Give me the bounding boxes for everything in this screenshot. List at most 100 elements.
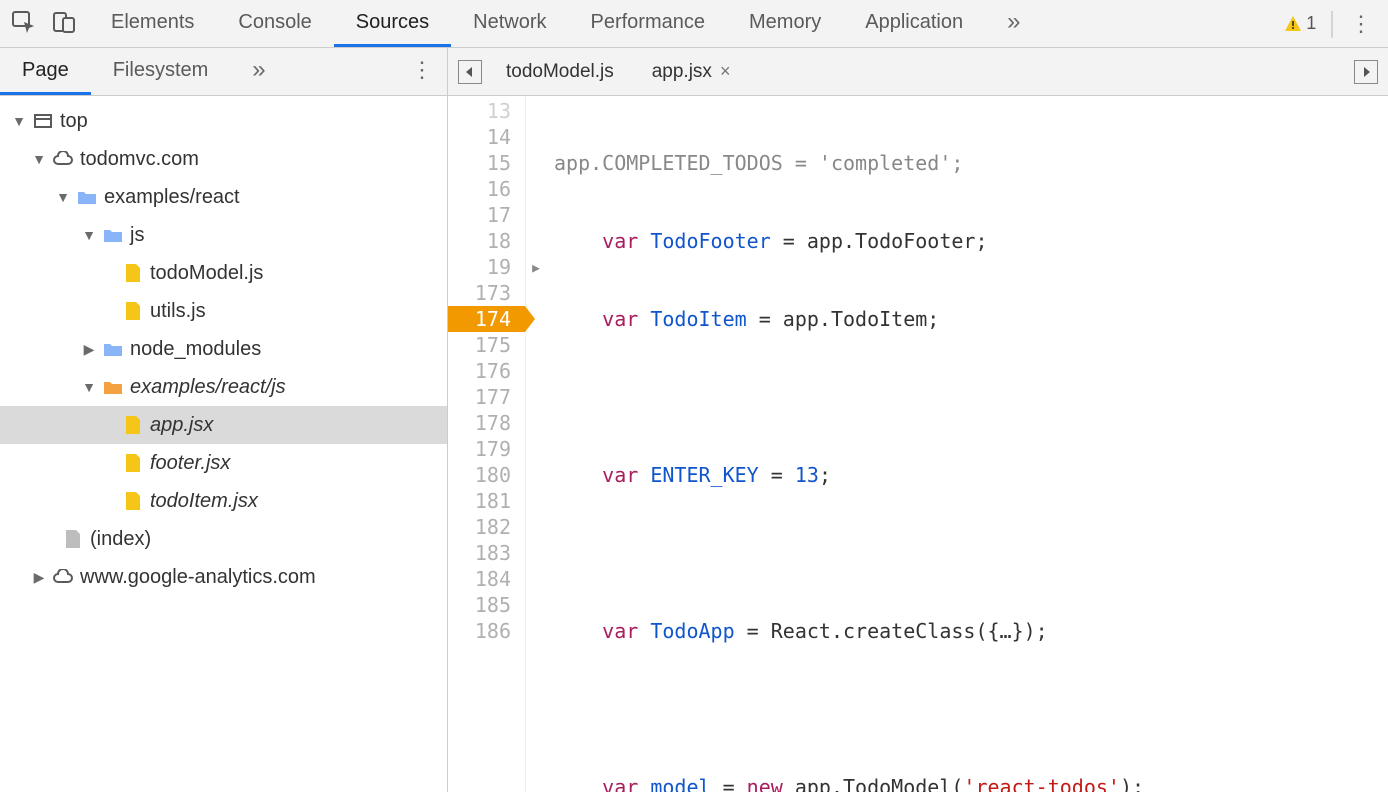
tree-label: todoModel.js [150,262,263,285]
line-number[interactable]: 175 [448,332,525,358]
line-number[interactable]: 177 [448,384,525,410]
code-line: var ENTER_KEY = 13; [554,462,1388,488]
folder-icon [102,227,124,243]
tree-top[interactable]: ▼ top [0,102,447,140]
tree-label: examples/react [104,186,240,209]
tree-label: footer.jsx [150,452,230,475]
line-number[interactable]: 16 [448,176,525,202]
tree-file-todomodel[interactable]: todoModel.js [0,254,447,292]
tab-application[interactable]: Application [843,0,985,47]
navigator-tab-page[interactable]: Page [0,48,91,95]
fold-arrow-icon[interactable]: ▸ [526,254,546,280]
tree-label: www.google-analytics.com [80,566,316,589]
main-split: ▼ top ▼ todomvc.com ▼ examples/react ▼ j… [0,96,1388,792]
more-options-icon[interactable]: ⋮ [1350,11,1372,37]
line-number[interactable]: 19 [448,254,525,280]
line-number[interactable]: 180 [448,462,525,488]
file-tab-label: todoModel.js [506,61,614,83]
code-line: var TodoItem = app.TodoItem; [554,306,1388,332]
warnings-badge[interactable]: 1 [1284,13,1316,34]
tree-file-index[interactable]: (index) [0,520,447,558]
panel-tabs: Elements Console Sources Network Perform… [89,0,1268,47]
tree-domain-ga[interactable]: ▶ www.google-analytics.com [0,558,447,596]
tab-sources[interactable]: Sources [334,0,451,47]
code-area[interactable]: app.COMPLETED_TODOS = 'completed'; var T… [546,96,1388,792]
tree-label: examples/react/js [130,376,286,399]
tab-console[interactable]: Console [216,0,333,47]
fold-gutter: ▸ [526,96,546,792]
document-icon [62,529,84,549]
cloud-icon [52,569,74,585]
tree-label: utils.js [150,300,206,323]
code-editor[interactable]: 13 14 15 16 17 18 19 173 174 175 176 177… [448,96,1388,792]
line-number[interactable]: 176 [448,358,525,384]
show-debugger-icon[interactable] [1354,60,1378,84]
file-tab-todomodel[interactable]: todoModel.js [492,48,628,95]
divider: │ [1326,11,1340,37]
line-number[interactable]: 186 [448,618,525,644]
tree-file-app-jsx[interactable]: app.jsx [0,406,447,444]
code-line: var TodoApp = React.createClass({…}); [554,618,1388,644]
tree-folder-js[interactable]: ▼ js [0,216,447,254]
line-number[interactable]: 183 [448,540,525,566]
navigator-subbar: Page Filesystem » ⋮ [0,48,448,95]
frame-icon [32,112,54,130]
line-number[interactable]: 14 [448,124,525,150]
breakpoint-line[interactable]: 174 [448,306,525,332]
tree-folder-node-modules[interactable]: ▶ node_modules [0,330,447,368]
line-number[interactable]: 185 [448,592,525,618]
code-line: var TodoFooter = app.TodoFooter; [554,228,1388,254]
device-toolbar-icon[interactable] [52,10,76,37]
line-number[interactable]: 15 [448,150,525,176]
navigator-tabs-overflow[interactable]: » [230,48,287,95]
tree-label: todoItem.jsx [150,490,258,513]
tabs-overflow[interactable]: » [985,0,1042,47]
devtools-toolbar: Elements Console Sources Network Perform… [0,0,1388,48]
file-tree: ▼ top ▼ todomvc.com ▼ examples/react ▼ j… [0,96,448,792]
inspect-element-icon[interactable] [12,10,38,37]
tree-folder-examples-react[interactable]: ▼ examples/react [0,178,447,216]
cloud-icon [52,151,74,167]
code-line [554,384,1388,410]
file-tab-app-jsx[interactable]: app.jsx × [638,48,745,95]
tree-label: app.jsx [150,414,213,437]
js-file-icon [122,491,144,511]
tree-file-todoitem-jsx[interactable]: todoItem.jsx [0,482,447,520]
line-gutter[interactable]: 13 14 15 16 17 18 19 173 174 175 176 177… [448,96,526,792]
editor-subbar: todoModel.js app.jsx × [448,48,1388,95]
js-file-icon [122,301,144,321]
line-number[interactable]: 179 [448,436,525,462]
line-number[interactable]: 18 [448,228,525,254]
line-number[interactable]: 178 [448,410,525,436]
tab-memory[interactable]: Memory [727,0,843,47]
tree-label: node_modules [130,338,261,361]
tree-domain-todomvc[interactable]: ▼ todomvc.com [0,140,447,178]
folder-icon [102,379,124,395]
close-icon[interactable]: × [720,61,731,82]
navigator-tab-filesystem[interactable]: Filesystem [91,48,231,95]
show-navigator-icon[interactable] [458,60,482,84]
toolbar-left-icons [0,0,89,47]
line-number[interactable]: 17 [448,202,525,228]
line-number[interactable]: 173 [448,280,525,306]
navigator-more-icon[interactable]: ⋮ [397,48,447,95]
line-number[interactable]: 182 [448,514,525,540]
tree-label: top [60,110,88,133]
tab-performance[interactable]: Performance [569,0,728,47]
tree-file-footer-jsx[interactable]: footer.jsx [0,444,447,482]
tree-label: (index) [90,528,151,551]
line-number[interactable]: 13 [448,98,525,124]
code-line: var model = new app.TodoModel('react-tod… [554,774,1388,792]
line-number[interactable]: 184 [448,566,525,592]
code-line [554,696,1388,722]
line-number[interactable]: 181 [448,488,525,514]
tab-elements[interactable]: Elements [89,0,216,47]
tab-network[interactable]: Network [451,0,568,47]
folder-icon [102,341,124,357]
tree-folder-examples-react-js[interactable]: ▼ examples/react/js [0,368,447,406]
warnings-count: 1 [1306,13,1316,34]
tree-label: todomvc.com [80,148,199,171]
tree-file-utils[interactable]: utils.js [0,292,447,330]
js-file-icon [122,453,144,473]
js-file-icon [122,263,144,283]
